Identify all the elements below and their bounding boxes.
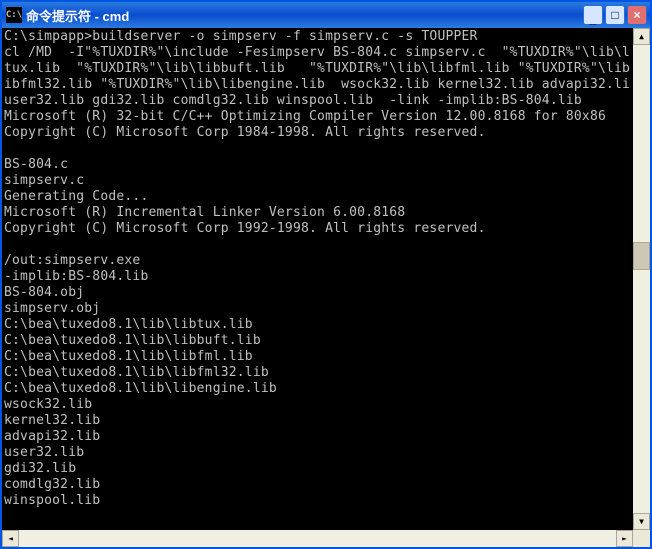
terminal-line: C:\bea\tuxedo8.1\lib\libfml.lib (4, 349, 631, 365)
terminal-line (4, 509, 631, 525)
scroll-thumb[interactable] (633, 242, 650, 270)
content-area: C:\simpapp>buildserver -o simpserv -f si… (2, 28, 650, 530)
terminal-line: user32.lib gdi32.lib comdlg32.lib winspo… (4, 93, 631, 109)
terminal-line: C:\bea\tuxedo8.1\lib\libengine.lib (4, 381, 631, 397)
terminal-line: Generating Code... (4, 189, 631, 205)
terminal-line: simpserv.c (4, 173, 631, 189)
hscroll-track[interactable] (19, 530, 616, 547)
terminal-line: ibfml32.lib "%TUXDIR%"\lib\libengine.lib… (4, 77, 631, 93)
window-title: 命令提示符 - cmd (26, 6, 583, 25)
scroll-track[interactable] (633, 45, 650, 513)
terminal-line: tux.lib "%TUXDIR%"\lib\libbuft.lib "%TUX… (4, 61, 631, 77)
minimize-button[interactable]: _ (583, 5, 603, 25)
maximize-button[interactable]: □ (605, 5, 625, 25)
terminal-line: Microsoft (R) Incremental Linker Version… (4, 205, 631, 221)
terminal-line: C:\bea\tuxedo8.1\lib\libbuft.lib (4, 333, 631, 349)
terminal-output[interactable]: C:\simpapp>buildserver -o simpserv -f si… (2, 28, 633, 530)
terminal-line: user32.lib (4, 445, 631, 461)
close-button[interactable]: × (627, 5, 647, 25)
terminal-line: advapi32.lib (4, 429, 631, 445)
scroll-left-button[interactable]: ◄ (2, 530, 19, 547)
titlebar[interactable]: C:\ 命令提示符 - cmd _ □ × (2, 2, 650, 28)
window-buttons: _ □ × (583, 5, 647, 25)
horizontal-scrollbar[interactable]: ◄ ► (2, 530, 650, 547)
cmd-window: C:\ 命令提示符 - cmd _ □ × C:\simpapp>buildse… (0, 0, 652, 549)
terminal-line: kernel32.lib (4, 413, 631, 429)
terminal-line: wsock32.lib (4, 397, 631, 413)
scroll-right-button[interactable]: ► (616, 530, 633, 547)
scroll-down-button[interactable]: ▼ (633, 513, 650, 530)
terminal-line: simpserv.obj (4, 301, 631, 317)
scrollbar-corner (633, 530, 650, 547)
terminal-line: gdi32.lib (4, 461, 631, 477)
terminal-line: Microsoft (R) 32-bit C/C++ Optimizing Co… (4, 109, 631, 125)
terminal-line (4, 141, 631, 157)
terminal-line: C:\bea\tuxedo8.1\lib\libtux.lib (4, 317, 631, 333)
terminal-line: Copyright (C) Microsoft Corp 1992-1998. … (4, 221, 631, 237)
terminal-line: cl /MD -I"%TUXDIR%"\include -Fesimpserv … (4, 45, 631, 61)
terminal-line: C:\bea\tuxedo8.1\lib\libfml32.lib (4, 365, 631, 381)
cmd-icon: C:\ (6, 7, 22, 23)
terminal-line (4, 237, 631, 253)
terminal-line: comdlg32.lib (4, 477, 631, 493)
terminal-line: -implib:BS-804.lib (4, 269, 631, 285)
vertical-scrollbar[interactable]: ▲ ▼ (633, 28, 650, 530)
terminal-line: BS-804.c (4, 157, 631, 173)
terminal-line: BS-804.obj (4, 285, 631, 301)
terminal-line: Copyright (C) Microsoft Corp 1984-1998. … (4, 125, 631, 141)
terminal-line: /out:simpserv.exe (4, 253, 631, 269)
terminal-line: winspool.lib (4, 493, 631, 509)
terminal-line: C:\simpapp>buildserver -o simpserv -f si… (4, 29, 631, 45)
scroll-up-button[interactable]: ▲ (633, 28, 650, 45)
